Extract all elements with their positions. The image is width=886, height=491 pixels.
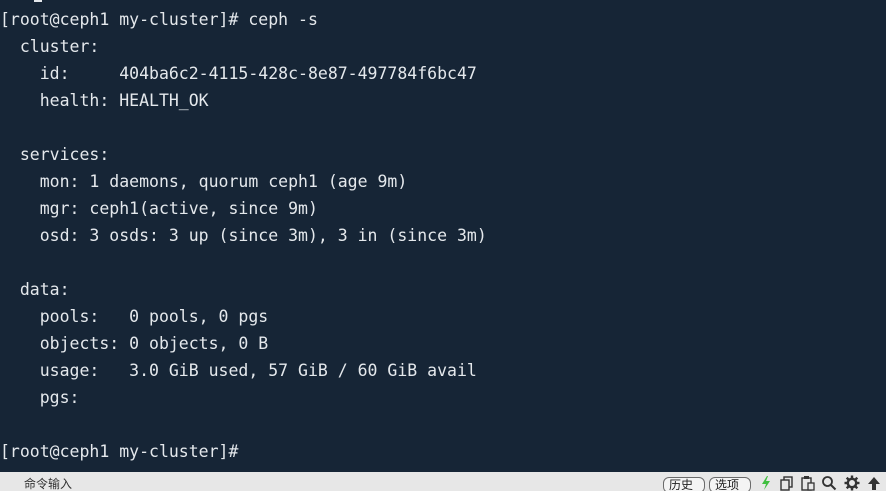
terminal-line: cluster: [0,37,100,56]
terminal-line-prompt: [root@ceph1 my-cluster]# [0,442,239,461]
terminal-line: mgr: ceph1(active, since 9m) [0,199,318,218]
lightning-icon[interactable] [758,475,774,491]
terminal-output: [root@ceph1 my-cluster]# ceph -s cluster… [0,6,487,465]
up-arrow-icon[interactable] [866,475,882,491]
search-icon[interactable] [821,475,837,491]
terminal-line: pgs: [0,388,80,407]
terminal-line: objects: 0 objects, 0 B [0,334,269,353]
scrolled-text-remnant [34,0,42,2]
terminal-line: osd: 3 osds: 3 up (since 3m), 3 in (sinc… [0,226,487,245]
terminal-line: health: HEALTH_OK [0,91,209,110]
terminal-line: data: [0,280,70,299]
terminal-line: mon: 1 daemons, quorum ceph1 (age 9m) [0,172,408,191]
terminal-line: id: 404ba6c2-4115-428c-8e87-497784f6bc47 [0,64,477,83]
copy-icon[interactable] [779,475,795,491]
paste-icon[interactable] [800,475,816,491]
terminal-line: services: [0,145,110,164]
history-button[interactable]: 历史 [663,477,705,491]
terminal-line-prompt: [root@ceph1 my-cluster]# ceph -s [0,10,318,29]
terminal-window[interactable]: [root@ceph1 my-cluster]# ceph -s cluster… [0,0,886,472]
command-input[interactable]: 命令输入 [24,477,72,491]
terminal-line: pools: 0 pools, 0 pgs [0,307,269,326]
options-button[interactable]: 选项 [709,477,751,491]
command-bar: 命令输入 历史 选项 [0,472,886,491]
terminal-line: usage: 3.0 GiB used, 57 GiB / 60 GiB ava… [0,361,477,380]
gear-icon[interactable] [844,475,860,491]
